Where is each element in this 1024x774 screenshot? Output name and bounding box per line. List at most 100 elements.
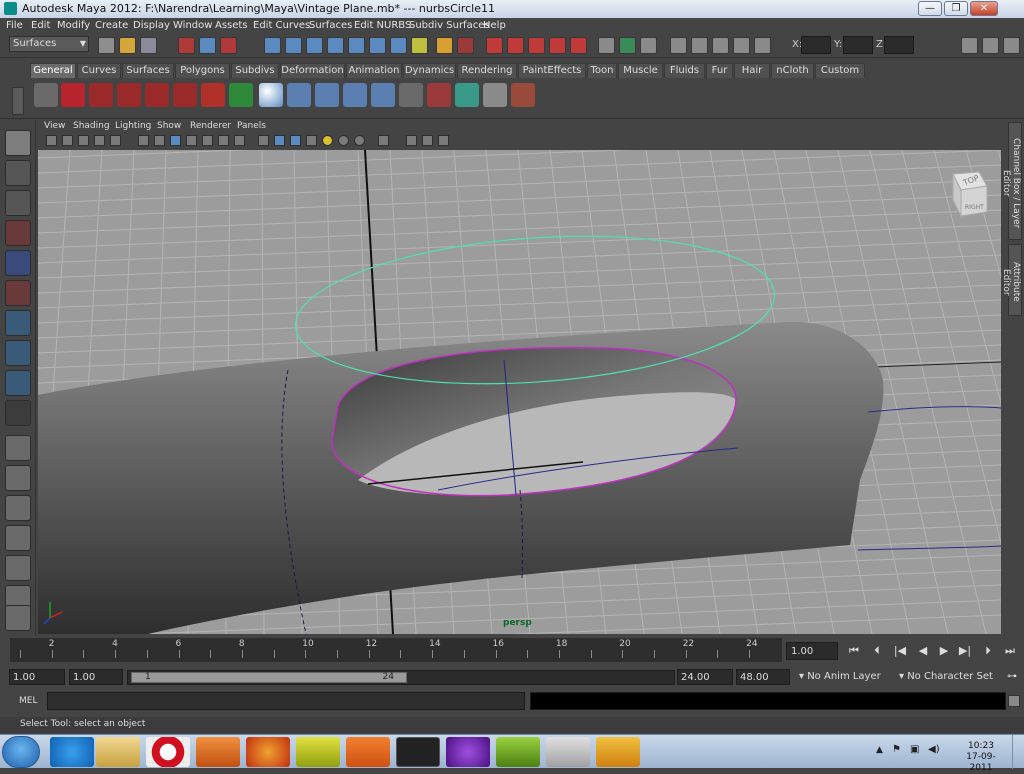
menu-create[interactable]: Create bbox=[95, 20, 128, 31]
menu-window[interactable]: Window bbox=[173, 20, 212, 31]
snap-point-icon[interactable] bbox=[528, 37, 545, 54]
persp-hypershade-layout-icon[interactable] bbox=[5, 555, 31, 581]
help-question-icon[interactable] bbox=[61, 83, 85, 107]
pick-mask-icon[interactable] bbox=[264, 37, 281, 54]
internet-explorer-icon[interactable] bbox=[50, 737, 94, 767]
shelf-tab-custom[interactable]: Custom bbox=[815, 63, 865, 78]
smooth-shade-icon[interactable] bbox=[274, 135, 285, 146]
menu-surfaces[interactable]: Surfaces bbox=[309, 20, 352, 31]
shelf-tool-5-icon[interactable] bbox=[145, 83, 169, 107]
attribute-editor-tab[interactable]: Attribute Editor bbox=[1001, 244, 1022, 316]
shelf-tab-subdivs[interactable]: Subdivs bbox=[231, 63, 279, 78]
snap-grid-icon[interactable] bbox=[486, 37, 503, 54]
action-center-icon[interactable]: ⚑ bbox=[892, 744, 901, 755]
rotate-tool-icon[interactable] bbox=[5, 250, 31, 276]
panel-menu-view[interactable]: View bbox=[44, 121, 65, 131]
step-forward-frame-icon[interactable]: ▶| bbox=[958, 645, 972, 657]
time-slider[interactable]: 2 4 6 8 10 12 14 16 18 20 22 24 bbox=[10, 638, 782, 662]
shadows-icon[interactable] bbox=[338, 135, 349, 146]
select-component-icon[interactable] bbox=[220, 37, 237, 54]
shelf-tab-painteffects[interactable]: PaintEffects bbox=[518, 63, 586, 78]
paint-select-tool-icon[interactable] bbox=[5, 190, 31, 216]
panel-menu-show[interactable]: Show bbox=[157, 121, 181, 131]
play-forwards-icon[interactable]: ▶ bbox=[937, 645, 951, 657]
close-button[interactable]: ✕ bbox=[970, 1, 998, 16]
paint-icon[interactable] bbox=[546, 737, 590, 767]
persp-graph-layout-icon[interactable] bbox=[5, 525, 31, 551]
panel-menu-panels[interactable]: Panels bbox=[237, 121, 266, 131]
menu-edit-nurbs[interactable]: Edit NURBS bbox=[354, 20, 411, 31]
film-gate-icon[interactable] bbox=[154, 135, 165, 146]
universal-manipulator-icon[interactable] bbox=[5, 310, 31, 336]
xray-joints-icon[interactable] bbox=[422, 135, 433, 146]
film-reel-icon[interactable] bbox=[34, 83, 58, 107]
group-icon[interactable] bbox=[315, 83, 339, 107]
soft-mod-tool-icon[interactable] bbox=[5, 340, 31, 366]
shelf-tab-curves[interactable]: Curves bbox=[77, 63, 121, 78]
app-icon-9[interactable] bbox=[446, 737, 490, 767]
select-hierarchy-icon[interactable] bbox=[178, 37, 195, 54]
shelf-tool-8-icon[interactable] bbox=[229, 83, 253, 107]
xray-components-icon[interactable] bbox=[438, 135, 449, 146]
render-view-icon[interactable] bbox=[640, 37, 657, 54]
menu-set-selector[interactable]: Surfaces ▼ bbox=[9, 36, 89, 52]
menu-edit-curves[interactable]: Edit Curves bbox=[253, 20, 310, 31]
menu-display[interactable]: Display bbox=[133, 20, 170, 31]
z-field[interactable] bbox=[884, 36, 914, 54]
y-field[interactable] bbox=[843, 36, 873, 54]
shelf-tab-fluids[interactable]: Fluids bbox=[664, 63, 705, 78]
toggle-tool-settings-icon[interactable] bbox=[1003, 37, 1020, 54]
menu-modify[interactable]: Modify bbox=[57, 20, 90, 31]
shelf-tool-3-icon[interactable] bbox=[89, 83, 113, 107]
shelf-tab-ncloth[interactable]: nCloth bbox=[771, 63, 814, 78]
surface-mask-icon[interactable] bbox=[348, 37, 365, 54]
shelf-tab-polygons[interactable]: Polygons bbox=[175, 63, 230, 78]
shelf-tool-6-icon[interactable] bbox=[173, 83, 197, 107]
play-backwards-icon[interactable]: ◀ bbox=[916, 645, 930, 657]
scale-tool-icon[interactable] bbox=[5, 280, 31, 306]
character-set-selector[interactable]: ▾ No Character Set bbox=[896, 669, 1004, 685]
quick-layout-icon[interactable] bbox=[5, 605, 31, 631]
hierarchy-icon[interactable] bbox=[287, 83, 311, 107]
media-player-icon[interactable] bbox=[196, 737, 240, 767]
file-explorer-icon[interactable] bbox=[96, 737, 140, 767]
channel-box-tab[interactable]: Channel Box / Layer Editor bbox=[1001, 122, 1022, 240]
last-tool-icon[interactable] bbox=[5, 400, 31, 426]
script-language-label[interactable]: MEL bbox=[19, 696, 37, 706]
shelf-tool-16-icon[interactable] bbox=[455, 83, 479, 107]
open-scene-icon[interactable] bbox=[119, 37, 136, 54]
shelf-tab-deformation[interactable]: Deformation bbox=[280, 63, 345, 78]
gate-mask-icon[interactable] bbox=[186, 135, 197, 146]
menu-subdiv-surfaces[interactable]: Subdiv Surfaces bbox=[409, 20, 490, 31]
xray-icon[interactable] bbox=[378, 135, 389, 146]
shelf-menu-icon[interactable] bbox=[12, 87, 24, 115]
shelf-tool-7-icon[interactable] bbox=[201, 83, 225, 107]
show-desktop-button[interactable] bbox=[1012, 735, 1024, 769]
opera-icon[interactable] bbox=[146, 737, 190, 767]
animation-start-field[interactable]: 1.00 bbox=[9, 669, 65, 685]
shelf-tool-4-icon[interactable] bbox=[117, 83, 141, 107]
move-tool-icon[interactable] bbox=[5, 220, 31, 246]
shelf-tab-muscle[interactable]: Muscle bbox=[618, 63, 663, 78]
shelf-tab-surfaces[interactable]: Surfaces bbox=[122, 63, 174, 78]
start-button[interactable] bbox=[2, 736, 40, 768]
anim-layer-selector[interactable]: ▾ No Anim Layer bbox=[796, 669, 892, 685]
select-camera-icon[interactable] bbox=[46, 135, 57, 146]
step-forward-key-icon[interactable]: ⏵ bbox=[981, 645, 995, 657]
x-field[interactable] bbox=[801, 36, 831, 54]
lasso-tool-icon[interactable] bbox=[5, 160, 31, 186]
tray-expand-icon[interactable]: ▲ bbox=[876, 745, 883, 755]
range-slider[interactable]: 1 24 bbox=[127, 670, 675, 685]
app-icon-10[interactable] bbox=[496, 737, 540, 767]
taskbar-clock[interactable]: 10:23 17-09-2011 bbox=[955, 741, 1007, 774]
curve-mask-icon[interactable] bbox=[327, 37, 344, 54]
app-icon-6[interactable] bbox=[296, 737, 340, 767]
dynamic-mask-icon[interactable] bbox=[390, 37, 407, 54]
isolate-select-icon[interactable] bbox=[406, 135, 417, 146]
unparent-icon[interactable] bbox=[371, 83, 395, 107]
single-perspective-layout-icon[interactable] bbox=[5, 435, 31, 461]
playback-start-field[interactable]: 1.00 bbox=[69, 669, 123, 685]
shelf-tab-dynamics[interactable]: Dynamics bbox=[403, 63, 456, 78]
input-field-mode-icon[interactable] bbox=[754, 37, 771, 54]
step-back-frame-icon[interactable]: |◀ bbox=[893, 645, 907, 657]
